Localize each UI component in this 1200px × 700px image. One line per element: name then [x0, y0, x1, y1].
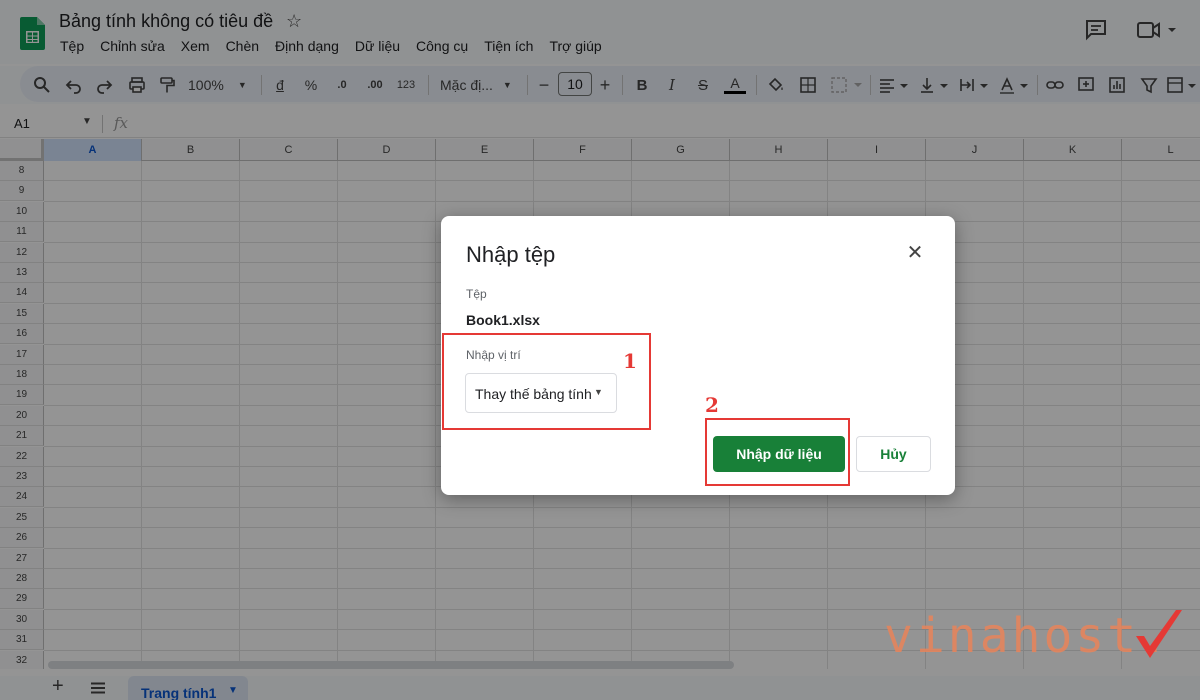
annotation-box-step-1 — [442, 333, 651, 430]
dialog-title: Nhập tệp — [466, 242, 556, 267]
file-name: Book1.xlsx — [466, 312, 540, 328]
annotation-number-2: 2 — [705, 393, 719, 417]
close-icon[interactable]: ✕ — [905, 243, 925, 263]
annotation-number-1: 1 — [623, 349, 637, 373]
file-label: Tệp — [466, 287, 487, 301]
vinahost-watermark: vinahost. — [884, 608, 1184, 678]
watermark-check-icon — [1136, 610, 1182, 658]
annotation-box-step-2 — [705, 418, 850, 486]
cancel-button[interactable]: Hủy — [856, 436, 931, 472]
